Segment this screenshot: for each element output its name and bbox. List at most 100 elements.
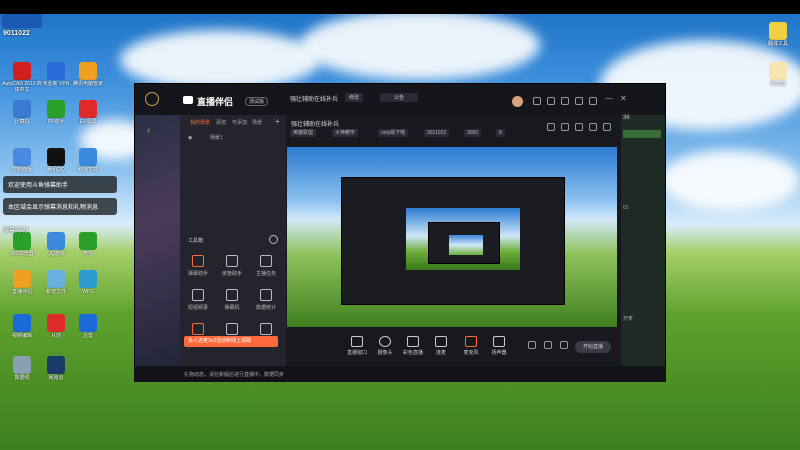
microphone-button[interactable]: 麦克风: [456, 336, 486, 356]
toolbox-label: 工具箱: [188, 238, 204, 244]
tab-scenes[interactable]: 场景: [252, 119, 262, 126]
tool-2[interactable]: 房管助手: [218, 255, 246, 277]
app-icon: [47, 100, 65, 118]
avatar[interactable]: [512, 96, 523, 107]
screen-capture-preview: [287, 147, 617, 327]
grid-icon[interactable]: [547, 97, 555, 105]
edit-title-button[interactable]: 修改: [345, 93, 364, 102]
app-icon: [13, 356, 31, 374]
app-icon: [79, 232, 97, 250]
stream-tag: 8: [496, 129, 505, 137]
lock-icon[interactable]: [561, 123, 569, 131]
tool-icon: [260, 323, 272, 335]
chat-tab-bar: [623, 130, 661, 138]
speaker-icon: [493, 336, 505, 347]
live-window-button[interactable]: 直播窗口: [342, 336, 372, 356]
tool-icon: [226, 255, 238, 267]
app-icon: [79, 148, 97, 166]
beta-badge: 测试版: [245, 97, 269, 106]
nested-desktop: [406, 208, 520, 270]
top-black-bar: [0, 0, 800, 14]
color-icon: [407, 336, 419, 347]
minimize-icon[interactable]: —: [605, 94, 613, 103]
message-icon[interactable]: [533, 97, 541, 105]
chat-icon[interactable]: [575, 97, 583, 105]
promo-banner[interactable]: 多人连麦3v3活动和线上领取: [184, 336, 278, 347]
tab-add[interactable]: 添加: [216, 119, 226, 126]
desktop-icon[interactable]: 秒速下载: [68, 148, 108, 173]
status-bar: 礼物动态，请在新版后进行直播中，数据同步: [134, 366, 666, 382]
speaker-button[interactable]: 扬声器: [484, 336, 514, 356]
right-panel-count: 36: [623, 115, 630, 121]
menu-icon[interactable]: [589, 97, 597, 105]
stream-title-secondary: 强壮辅助在线补兵: [291, 122, 340, 128]
nested-app-window: [341, 177, 565, 305]
app-icon: [47, 232, 65, 250]
tab-my-scenes[interactable]: 我的场景: [190, 119, 210, 126]
close-icon[interactable]: ✕: [620, 94, 627, 103]
tool-4[interactable]: 短视频录: [184, 289, 212, 311]
tool-3[interactable]: 主播任务: [252, 255, 280, 277]
right-panel-mic: 开麦: [623, 316, 634, 322]
desktop-icon[interactable]: 网易云: [36, 356, 76, 381]
bell-icon[interactable]: [589, 123, 597, 131]
desktop-icon[interactable]: WPS: [68, 270, 108, 295]
document-icon: [769, 62, 787, 80]
share-icon[interactable]: [603, 123, 611, 131]
right-panel-value: 01: [623, 205, 629, 211]
camera-button[interactable]: 摄像头: [370, 336, 400, 356]
tab-available[interactable]: 可添加: [232, 119, 247, 126]
right-chat-panel: 36 01 开麦: [621, 115, 665, 381]
link-mic-button[interactable]: 连麦: [426, 336, 456, 356]
translate-icon: [769, 22, 787, 40]
desktop-icon[interactable]: 迅雷: [68, 314, 108, 339]
tool-icon: [226, 289, 238, 301]
stream-tag: only殿下呢: [378, 129, 409, 137]
app-icon: [79, 100, 97, 118]
scene-item[interactable]: ◉ 场景1: [188, 134, 223, 141]
start-live-button[interactable]: 开始直播: [575, 341, 611, 353]
microphone-icon: [465, 336, 477, 347]
tool-5[interactable]: 弹幕机: [218, 289, 246, 311]
tool-icon: [260, 255, 272, 267]
video-icon[interactable]: [528, 341, 536, 349]
add-scene-icon[interactable]: +: [275, 117, 280, 126]
eye-icon[interactable]: ◉: [188, 135, 192, 141]
chevron-left-icon[interactable]: ‹: [147, 125, 150, 136]
stream-tag: 9011022: [424, 129, 450, 137]
tool-1[interactable]: 弹幕助手: [184, 255, 212, 277]
scene-item-label: 场景1: [209, 135, 223, 141]
stream-tag: 大神教学: [332, 129, 359, 137]
desktop-icon[interactable]: 腾讯电脑管家: [68, 62, 108, 87]
window-icon[interactable]: [547, 123, 555, 131]
color-live-button[interactable]: 彩色直播: [398, 336, 428, 356]
nested-desktop-2: [449, 235, 483, 255]
desktop-icon[interactable]: EV录屏: [68, 100, 108, 125]
app-icon: [13, 314, 31, 332]
game-logo-icon: [145, 92, 159, 106]
gear-icon[interactable]: [560, 341, 568, 349]
game-art-panel: ‹: [135, 115, 180, 381]
desktop-icon[interactable]: 微信: [68, 232, 108, 257]
monitor-icon: [351, 336, 363, 347]
settings-icon[interactable]: [575, 123, 583, 131]
record-icon[interactable]: [544, 341, 552, 349]
app-icon: [79, 62, 97, 80]
tool-icon: [260, 289, 272, 301]
stream-title: 强壮辅助在线补兵: [290, 97, 339, 103]
danmaku-success-text: 弹幕成功!: [3, 228, 29, 234]
app-icon: [47, 314, 65, 332]
desktop-icon-document[interactable]: 新文档: [758, 62, 798, 87]
vip-icon[interactable]: [561, 97, 569, 105]
desktop-icon-translate[interactable]: 翻译工具: [758, 22, 798, 47]
stream-tag: 3050: [464, 129, 482, 137]
app-icon: [13, 270, 31, 288]
danmaku-notice-info: 本区域会显示弹幕消息和礼物消息: [3, 198, 117, 215]
tool-icon: [226, 323, 238, 335]
app-icon: [13, 62, 31, 80]
tool-icon: [192, 255, 204, 267]
tool-icon: [192, 323, 204, 335]
tool-6[interactable]: 数据统计: [252, 289, 280, 311]
help-icon[interactable]: [269, 235, 278, 244]
announcement-button[interactable]: 公告: [380, 93, 419, 102]
